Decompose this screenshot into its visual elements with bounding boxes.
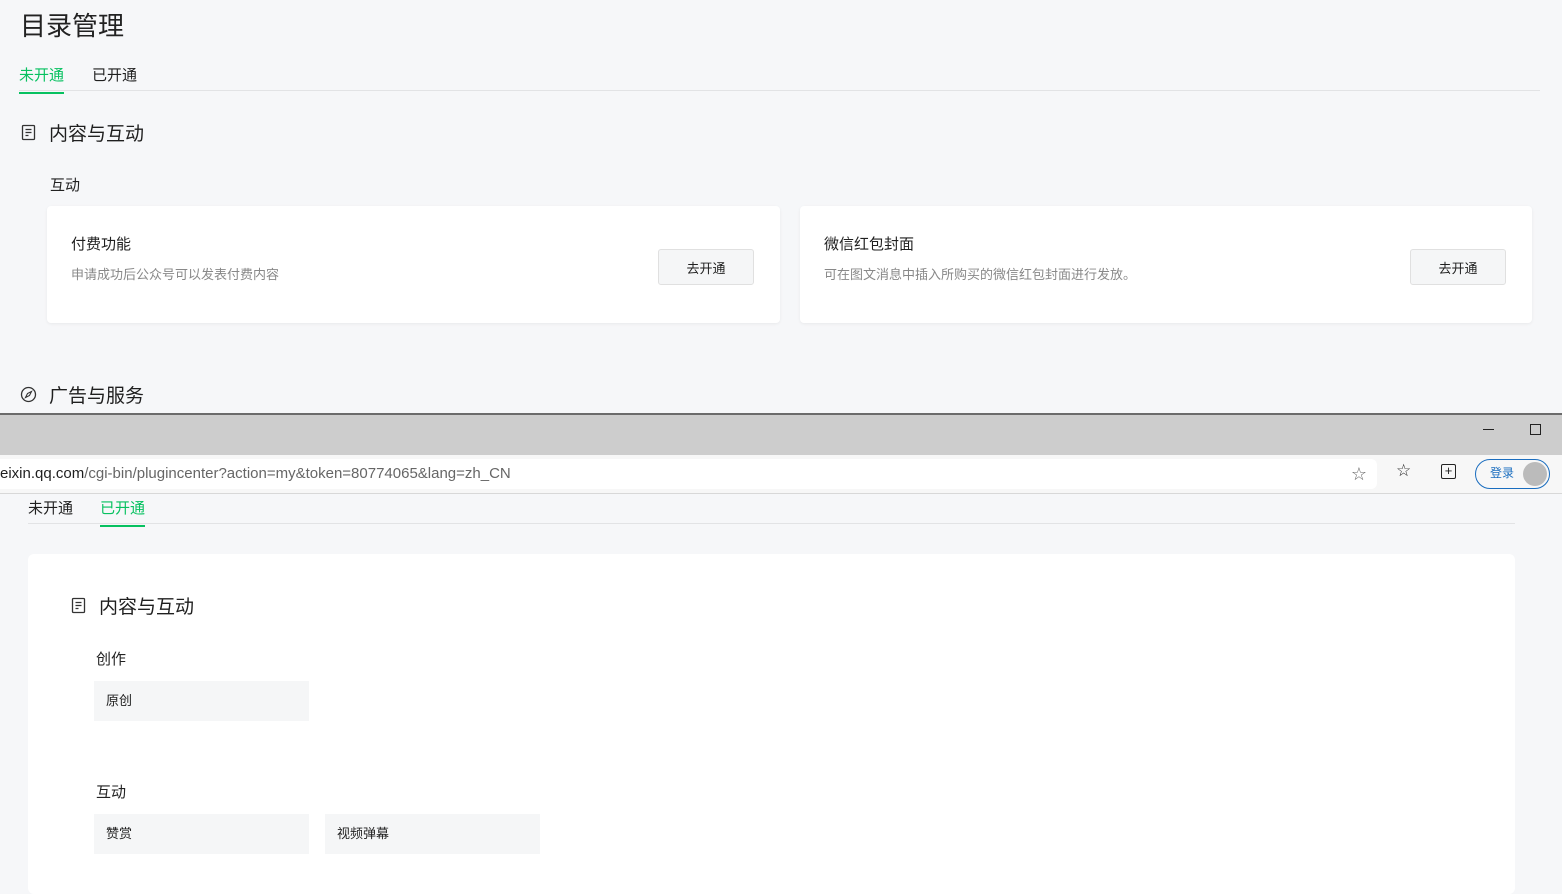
enable-button[interactable]: 去开通 xyxy=(658,249,754,285)
card-title: 微信红包封面 xyxy=(824,236,915,253)
plugin-card: 微信红包封面 可在图文消息中插入所购买的微信红包封面进行发放。 去开通 xyxy=(800,206,1532,323)
login-label: 登录 xyxy=(1490,466,1515,480)
section-title: 内容与互动 xyxy=(49,124,145,145)
document-icon xyxy=(71,597,86,614)
minimize-icon[interactable] xyxy=(1483,429,1494,430)
plugin-card: 付费功能 申请成功后公众号可以发表付费内容 去开通 xyxy=(47,206,780,323)
plugin-tile[interactable]: 赞赏 xyxy=(94,814,309,854)
browser-toolbar: eixin.qq.com/cgi-bin/plugincenter?action… xyxy=(0,455,1562,494)
card-desc: 申请成功后公众号可以发表付费内容 xyxy=(71,267,280,282)
url-host: eixin.qq.com xyxy=(0,465,85,482)
maximize-icon[interactable] xyxy=(1530,424,1541,435)
collections-icon[interactable]: + xyxy=(1441,464,1456,479)
login-button[interactable]: 登录 xyxy=(1475,459,1550,489)
card-title: 付费功能 xyxy=(71,236,132,253)
add-favorite-icon[interactable]: ☆ xyxy=(1351,459,1367,489)
tab-not-enabled[interactable]: 未开通 xyxy=(28,497,73,525)
tab-enabled[interactable]: 已开通 xyxy=(92,64,137,92)
url-path: /cgi-bin/plugincenter?action=my&token=80… xyxy=(84,465,511,482)
document-icon xyxy=(21,124,36,141)
tab-not-enabled[interactable]: 未开通 xyxy=(19,64,65,94)
section-title: 广告与服务 xyxy=(49,386,145,407)
section-header: 内容与互动 xyxy=(20,119,144,146)
content-panel: 内容与互动 创作 原创 互动 赞赏 视频弹幕 xyxy=(28,554,1515,894)
page-title: 目录管理 xyxy=(20,11,125,41)
section-header: 内容与互动 xyxy=(70,592,194,619)
address-bar[interactable]: eixin.qq.com/cgi-bin/plugincenter?action… xyxy=(0,459,1377,489)
enable-button[interactable]: 去开通 xyxy=(1410,249,1506,285)
group-label: 互动 xyxy=(96,784,127,801)
favorites-icon[interactable]: ☆ xyxy=(1396,461,1411,481)
browser-titlebar xyxy=(0,413,1562,455)
section-title: 内容与互动 xyxy=(99,597,195,618)
group-label: 创作 xyxy=(96,651,127,668)
tabs: 未开通 已开通 xyxy=(19,60,1540,94)
tabs: 未开通 已开通 xyxy=(28,494,1515,527)
plugin-tile[interactable]: 视频弹幕 xyxy=(325,814,540,854)
avatar-icon xyxy=(1523,462,1547,486)
plugin-tile[interactable]: 原创 xyxy=(94,681,309,721)
group-label: 互动 xyxy=(50,177,81,194)
tab-enabled[interactable]: 已开通 xyxy=(100,497,146,527)
card-desc: 可在图文消息中插入所购买的微信红包封面进行发放。 xyxy=(824,267,1137,282)
section-header: 广告与服务 xyxy=(20,381,144,408)
compass-icon xyxy=(20,386,37,403)
